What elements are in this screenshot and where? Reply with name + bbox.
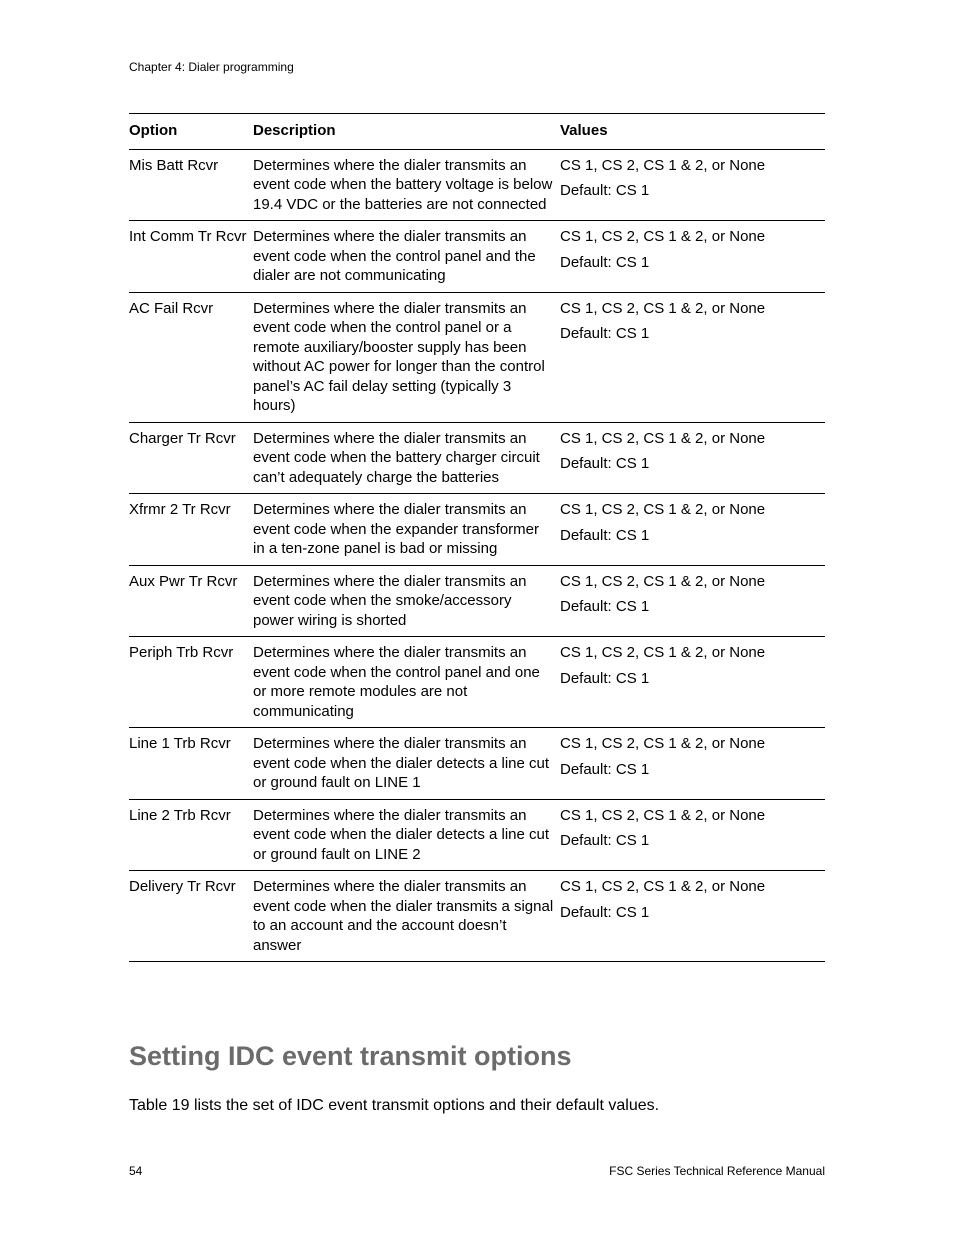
values-default: Default: CS 1 <box>560 760 819 780</box>
cell-description: Determines where the dialer transmits an… <box>253 292 560 422</box>
cell-description: Determines where the dialer transmits an… <box>253 494 560 566</box>
values-options: CS 1, CS 2, CS 1 & 2, or None <box>560 157 765 174</box>
cell-option: Mis Batt Rcvr <box>129 149 253 221</box>
values-options: CS 1, CS 2, CS 1 & 2, or None <box>560 644 765 661</box>
cell-option: Xfrmr 2 Tr Rcvr <box>129 494 253 566</box>
cell-description: Determines where the dialer transmits an… <box>253 799 560 871</box>
values-options: CS 1, CS 2, CS 1 & 2, or None <box>560 878 765 895</box>
table-body: Mis Batt RcvrDetermines where the dialer… <box>129 149 825 962</box>
cell-option: Delivery Tr Rcvr <box>129 871 253 962</box>
cell-option: Charger Tr Rcvr <box>129 422 253 494</box>
table-row: Charger Tr RcvrDetermines where the dial… <box>129 422 825 494</box>
values-options: CS 1, CS 2, CS 1 & 2, or None <box>560 735 765 752</box>
values-default: Default: CS 1 <box>560 454 819 474</box>
cell-option: Line 1 Trb Rcvr <box>129 728 253 800</box>
cell-values: CS 1, CS 2, CS 1 & 2, or None Default: CS… <box>560 221 825 293</box>
section-heading: Setting IDC event transmit options <box>129 1040 825 1074</box>
cell-values: CS 1, CS 2, CS 1 & 2, or None Default: CS… <box>560 149 825 221</box>
values-default: Default: CS 1 <box>560 903 819 923</box>
cell-values: CS 1, CS 2, CS 1 & 2, or None Default: CS… <box>560 799 825 871</box>
values-options: CS 1, CS 2, CS 1 & 2, or None <box>560 501 765 518</box>
options-table: Option Description Values Mis Batt RcvrD… <box>129 113 825 962</box>
section-intro: Table 19 lists the set of IDC event tran… <box>129 1096 825 1116</box>
cell-option: Aux Pwr Tr Rcvr <box>129 565 253 637</box>
values-default: Default: CS 1 <box>560 181 819 201</box>
cell-description: Determines where the dialer transmits an… <box>253 221 560 293</box>
table-header-row: Option Description Values <box>129 114 825 150</box>
cell-values: CS 1, CS 2, CS 1 & 2, or None Default: CS… <box>560 565 825 637</box>
cell-values: CS 1, CS 2, CS 1 & 2, or None Default: CS… <box>560 292 825 422</box>
cell-description: Determines where the dialer transmits an… <box>253 422 560 494</box>
table-row: Delivery Tr RcvrDetermines where the dia… <box>129 871 825 962</box>
cell-values: CS 1, CS 2, CS 1 & 2, or None Default: CS… <box>560 494 825 566</box>
values-default: Default: CS 1 <box>560 669 819 689</box>
table-row: Int Comm Tr RcvrDetermines where the dia… <box>129 221 825 293</box>
cell-description: Determines where the dialer transmits an… <box>253 871 560 962</box>
values-default: Default: CS 1 <box>560 324 819 344</box>
cell-values: CS 1, CS 2, CS 1 & 2, or None Default: CS… <box>560 422 825 494</box>
values-options: CS 1, CS 2, CS 1 & 2, or None <box>560 300 765 317</box>
page-footer: 54 FSC Series Technical Reference Manual <box>129 1164 825 1179</box>
values-options: CS 1, CS 2, CS 1 & 2, or None <box>560 430 765 447</box>
document-page: Chapter 4: Dialer programming Option Des… <box>0 0 954 1235</box>
cell-option: AC Fail Rcvr <box>129 292 253 422</box>
table-row: Periph Trb RcvrDetermines where the dial… <box>129 637 825 728</box>
values-default: Default: CS 1 <box>560 526 819 546</box>
table-row: Line 1 Trb RcvrDetermines where the dial… <box>129 728 825 800</box>
table-row: Aux Pwr Tr RcvrDetermines where the dial… <box>129 565 825 637</box>
cell-values: CS 1, CS 2, CS 1 & 2, or None Default: CS… <box>560 637 825 728</box>
manual-title: FSC Series Technical Reference Manual <box>609 1164 825 1179</box>
col-header-values: Values <box>560 114 825 150</box>
values-default: Default: CS 1 <box>560 253 819 273</box>
cell-description: Determines where the dialer transmits an… <box>253 728 560 800</box>
page-number: 54 <box>129 1164 142 1179</box>
cell-description: Determines where the dialer transmits an… <box>253 149 560 221</box>
cell-option: Periph Trb Rcvr <box>129 637 253 728</box>
cell-option: Line 2 Trb Rcvr <box>129 799 253 871</box>
cell-description: Determines where the dialer transmits an… <box>253 637 560 728</box>
values-options: CS 1, CS 2, CS 1 & 2, or None <box>560 228 765 245</box>
values-options: CS 1, CS 2, CS 1 & 2, or None <box>560 573 765 590</box>
cell-description: Determines where the dialer transmits an… <box>253 565 560 637</box>
table-row: AC Fail RcvrDetermines where the dialer … <box>129 292 825 422</box>
col-header-description: Description <box>253 114 560 150</box>
values-options: CS 1, CS 2, CS 1 & 2, or None <box>560 807 765 824</box>
table-row: Mis Batt RcvrDetermines where the dialer… <box>129 149 825 221</box>
cell-option: Int Comm Tr Rcvr <box>129 221 253 293</box>
cell-values: CS 1, CS 2, CS 1 & 2, or None Default: CS… <box>560 728 825 800</box>
col-header-option: Option <box>129 114 253 150</box>
values-default: Default: CS 1 <box>560 831 819 851</box>
cell-values: CS 1, CS 2, CS 1 & 2, or None Default: CS… <box>560 871 825 962</box>
chapter-header: Chapter 4: Dialer programming <box>129 60 825 75</box>
table-row: Line 2 Trb RcvrDetermines where the dial… <box>129 799 825 871</box>
values-default: Default: CS 1 <box>560 597 819 617</box>
table-row: Xfrmr 2 Tr RcvrDetermines where the dial… <box>129 494 825 566</box>
